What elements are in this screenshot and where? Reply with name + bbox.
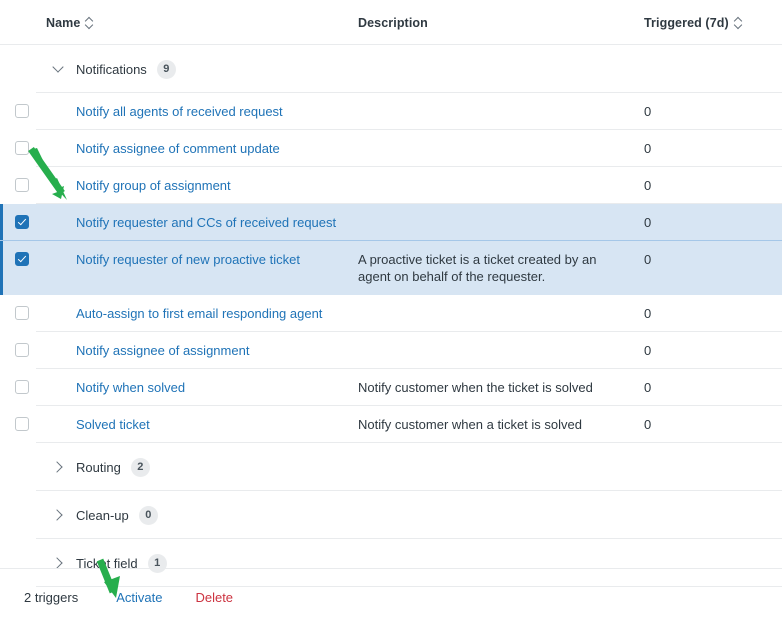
group-header-routing[interactable]: Routing 2 [0, 443, 782, 491]
sort-updown-icon[interactable] [85, 17, 94, 29]
trigger-count-7d: 0 [644, 417, 652, 432]
row-checkbox-cell[interactable] [0, 416, 36, 431]
row-triggered-cell: 0 [644, 177, 782, 194]
group-count-badge: 9 [156, 59, 176, 79]
row-name-cell: Notify assignee of assignment [36, 342, 358, 359]
row-checkbox-cell[interactable] [0, 214, 36, 229]
selection-count-label: 2 triggers [24, 589, 79, 605]
trigger-name-link[interactable]: Notify when solved [36, 379, 185, 396]
table-row[interactable]: Notify assignee of assignment 0 [0, 332, 782, 369]
chevron-down-icon[interactable] [52, 62, 66, 76]
row-checkbox[interactable] [15, 417, 29, 431]
row-checkbox-checked[interactable] [15, 252, 29, 266]
group-header-clean-up[interactable]: Clean-up 0 [0, 491, 782, 539]
trigger-name-link[interactable]: Solved ticket [36, 416, 150, 433]
trigger-name-link[interactable]: Notify requester of new proactive ticket [36, 251, 300, 268]
column-header-description-label: Description [358, 15, 428, 30]
column-header-description: Description [358, 16, 644, 30]
trigger-name-link[interactable]: Notify assignee of comment update [36, 140, 280, 157]
table-row[interactable]: Solved ticket Notify customer when a tic… [0, 406, 782, 443]
row-name-cell: Auto-assign to first email responding ag… [36, 305, 358, 322]
row-triggered-cell: 0 [644, 251, 782, 268]
row-description-cell: A proactive ticket is a ticket created b… [358, 251, 644, 285]
table-row[interactable]: Notify when solved Notify customer when … [0, 369, 782, 406]
group-name: Routing [76, 459, 121, 475]
row-name-cell: Notify group of assignment [36, 177, 358, 194]
row-triggered-cell: 0 [644, 342, 782, 359]
row-triggered-cell: 0 [644, 416, 782, 433]
sort-updown-icon[interactable] [734, 17, 743, 29]
row-checkbox[interactable] [15, 343, 29, 357]
row-triggered-cell: 0 [644, 140, 782, 157]
trigger-count-7d: 0 [644, 104, 652, 119]
delete-button[interactable]: Delete [195, 590, 233, 605]
group-label-cell: Notifications 9 [36, 59, 358, 79]
column-header-name-label: Name [46, 15, 81, 30]
trigger-name-link[interactable]: Notify requester and CCs of received req… [36, 214, 336, 231]
row-description-cell: Notify customer when a ticket is solved [358, 416, 644, 433]
row-checkbox-cell[interactable] [0, 342, 36, 357]
table-row[interactable]: Notify all agents of received request 0 [0, 93, 782, 130]
row-checkbox[interactable] [15, 380, 29, 394]
row-triggered-cell: 0 [644, 379, 782, 396]
group-count-badge: 0 [138, 505, 158, 525]
trigger-name-link[interactable]: Auto-assign to first email responding ag… [36, 305, 322, 322]
row-checkbox-cell[interactable] [0, 103, 36, 118]
group-header-notifications[interactable]: Notifications 9 [0, 45, 782, 93]
trigger-count-7d: 0 [644, 141, 652, 156]
table-row-selected[interactable]: Notify requester of new proactive ticket… [0, 241, 782, 295]
row-checkbox-checked[interactable] [15, 215, 29, 229]
trigger-count-7d: 0 [644, 306, 652, 321]
row-name-cell: Notify requester and CCs of received req… [36, 214, 358, 231]
table-row[interactable]: Notify assignee of comment update 0 [0, 130, 782, 167]
group-label-cell: Routing 2 [36, 457, 358, 477]
row-triggered-cell: 0 [644, 103, 782, 120]
column-header-name[interactable]: Name [36, 16, 358, 30]
table-header-row: Name Description Triggered (7d) [0, 0, 782, 45]
trigger-description: Notify customer when a ticket is solved [358, 417, 582, 432]
row-triggered-cell: 0 [644, 214, 782, 231]
row-name-cell: Notify assignee of comment update [36, 140, 358, 157]
trigger-name-link[interactable]: Notify group of assignment [36, 177, 231, 194]
bulk-action-bar: 2 triggers Activate Delete [0, 569, 782, 625]
table-row[interactable]: Auto-assign to first email responding ag… [0, 295, 782, 332]
trigger-count-7d: 0 [644, 178, 652, 193]
trigger-name-link[interactable]: Notify assignee of assignment [36, 342, 249, 359]
row-checkbox[interactable] [15, 104, 29, 118]
row-checkbox-cell[interactable] [0, 251, 36, 266]
row-checkbox-cell[interactable] [0, 305, 36, 320]
row-name-cell: Solved ticket [36, 416, 358, 433]
chevron-right-icon[interactable] [52, 460, 66, 474]
row-description-cell: Notify customer when the ticket is solve… [358, 379, 644, 396]
group-count-badge: 2 [130, 457, 150, 477]
column-header-triggered[interactable]: Triggered (7d) [644, 16, 782, 30]
trigger-count-7d: 0 [644, 380, 652, 395]
row-name-cell: Notify all agents of received request [36, 103, 358, 120]
chevron-right-icon[interactable] [52, 508, 66, 522]
trigger-description: Notify customer when the ticket is solve… [358, 380, 593, 395]
row-checkbox[interactable] [15, 178, 29, 192]
group-label-cell: Clean-up 0 [36, 505, 358, 525]
row-checkbox-cell[interactable] [0, 379, 36, 394]
column-header-triggered-label: Triggered (7d) [644, 15, 729, 30]
row-checkbox-cell[interactable] [0, 177, 36, 192]
group-name: Notifications [76, 61, 147, 77]
table-row[interactable]: Notify group of assignment 0 [0, 167, 782, 204]
row-name-cell: Notify requester of new proactive ticket [36, 251, 358, 268]
table-row-selected[interactable]: Notify requester and CCs of received req… [0, 204, 782, 241]
trigger-count-7d: 0 [644, 215, 652, 230]
trigger-count-7d: 0 [644, 252, 652, 267]
row-checkbox[interactable] [15, 141, 29, 155]
trigger-count-7d: 0 [644, 343, 652, 358]
row-checkbox[interactable] [15, 306, 29, 320]
row-checkbox-cell[interactable] [0, 140, 36, 155]
triggers-table: Name Description Triggered (7d) Notifica… [0, 0, 782, 587]
row-triggered-cell: 0 [644, 305, 782, 322]
group-name: Clean-up [76, 507, 129, 523]
activate-button[interactable]: Activate [116, 590, 162, 605]
row-name-cell: Notify when solved [36, 379, 358, 396]
trigger-name-link[interactable]: Notify all agents of received request [36, 103, 283, 120]
trigger-description: A proactive ticket is a ticket created b… [358, 252, 597, 284]
